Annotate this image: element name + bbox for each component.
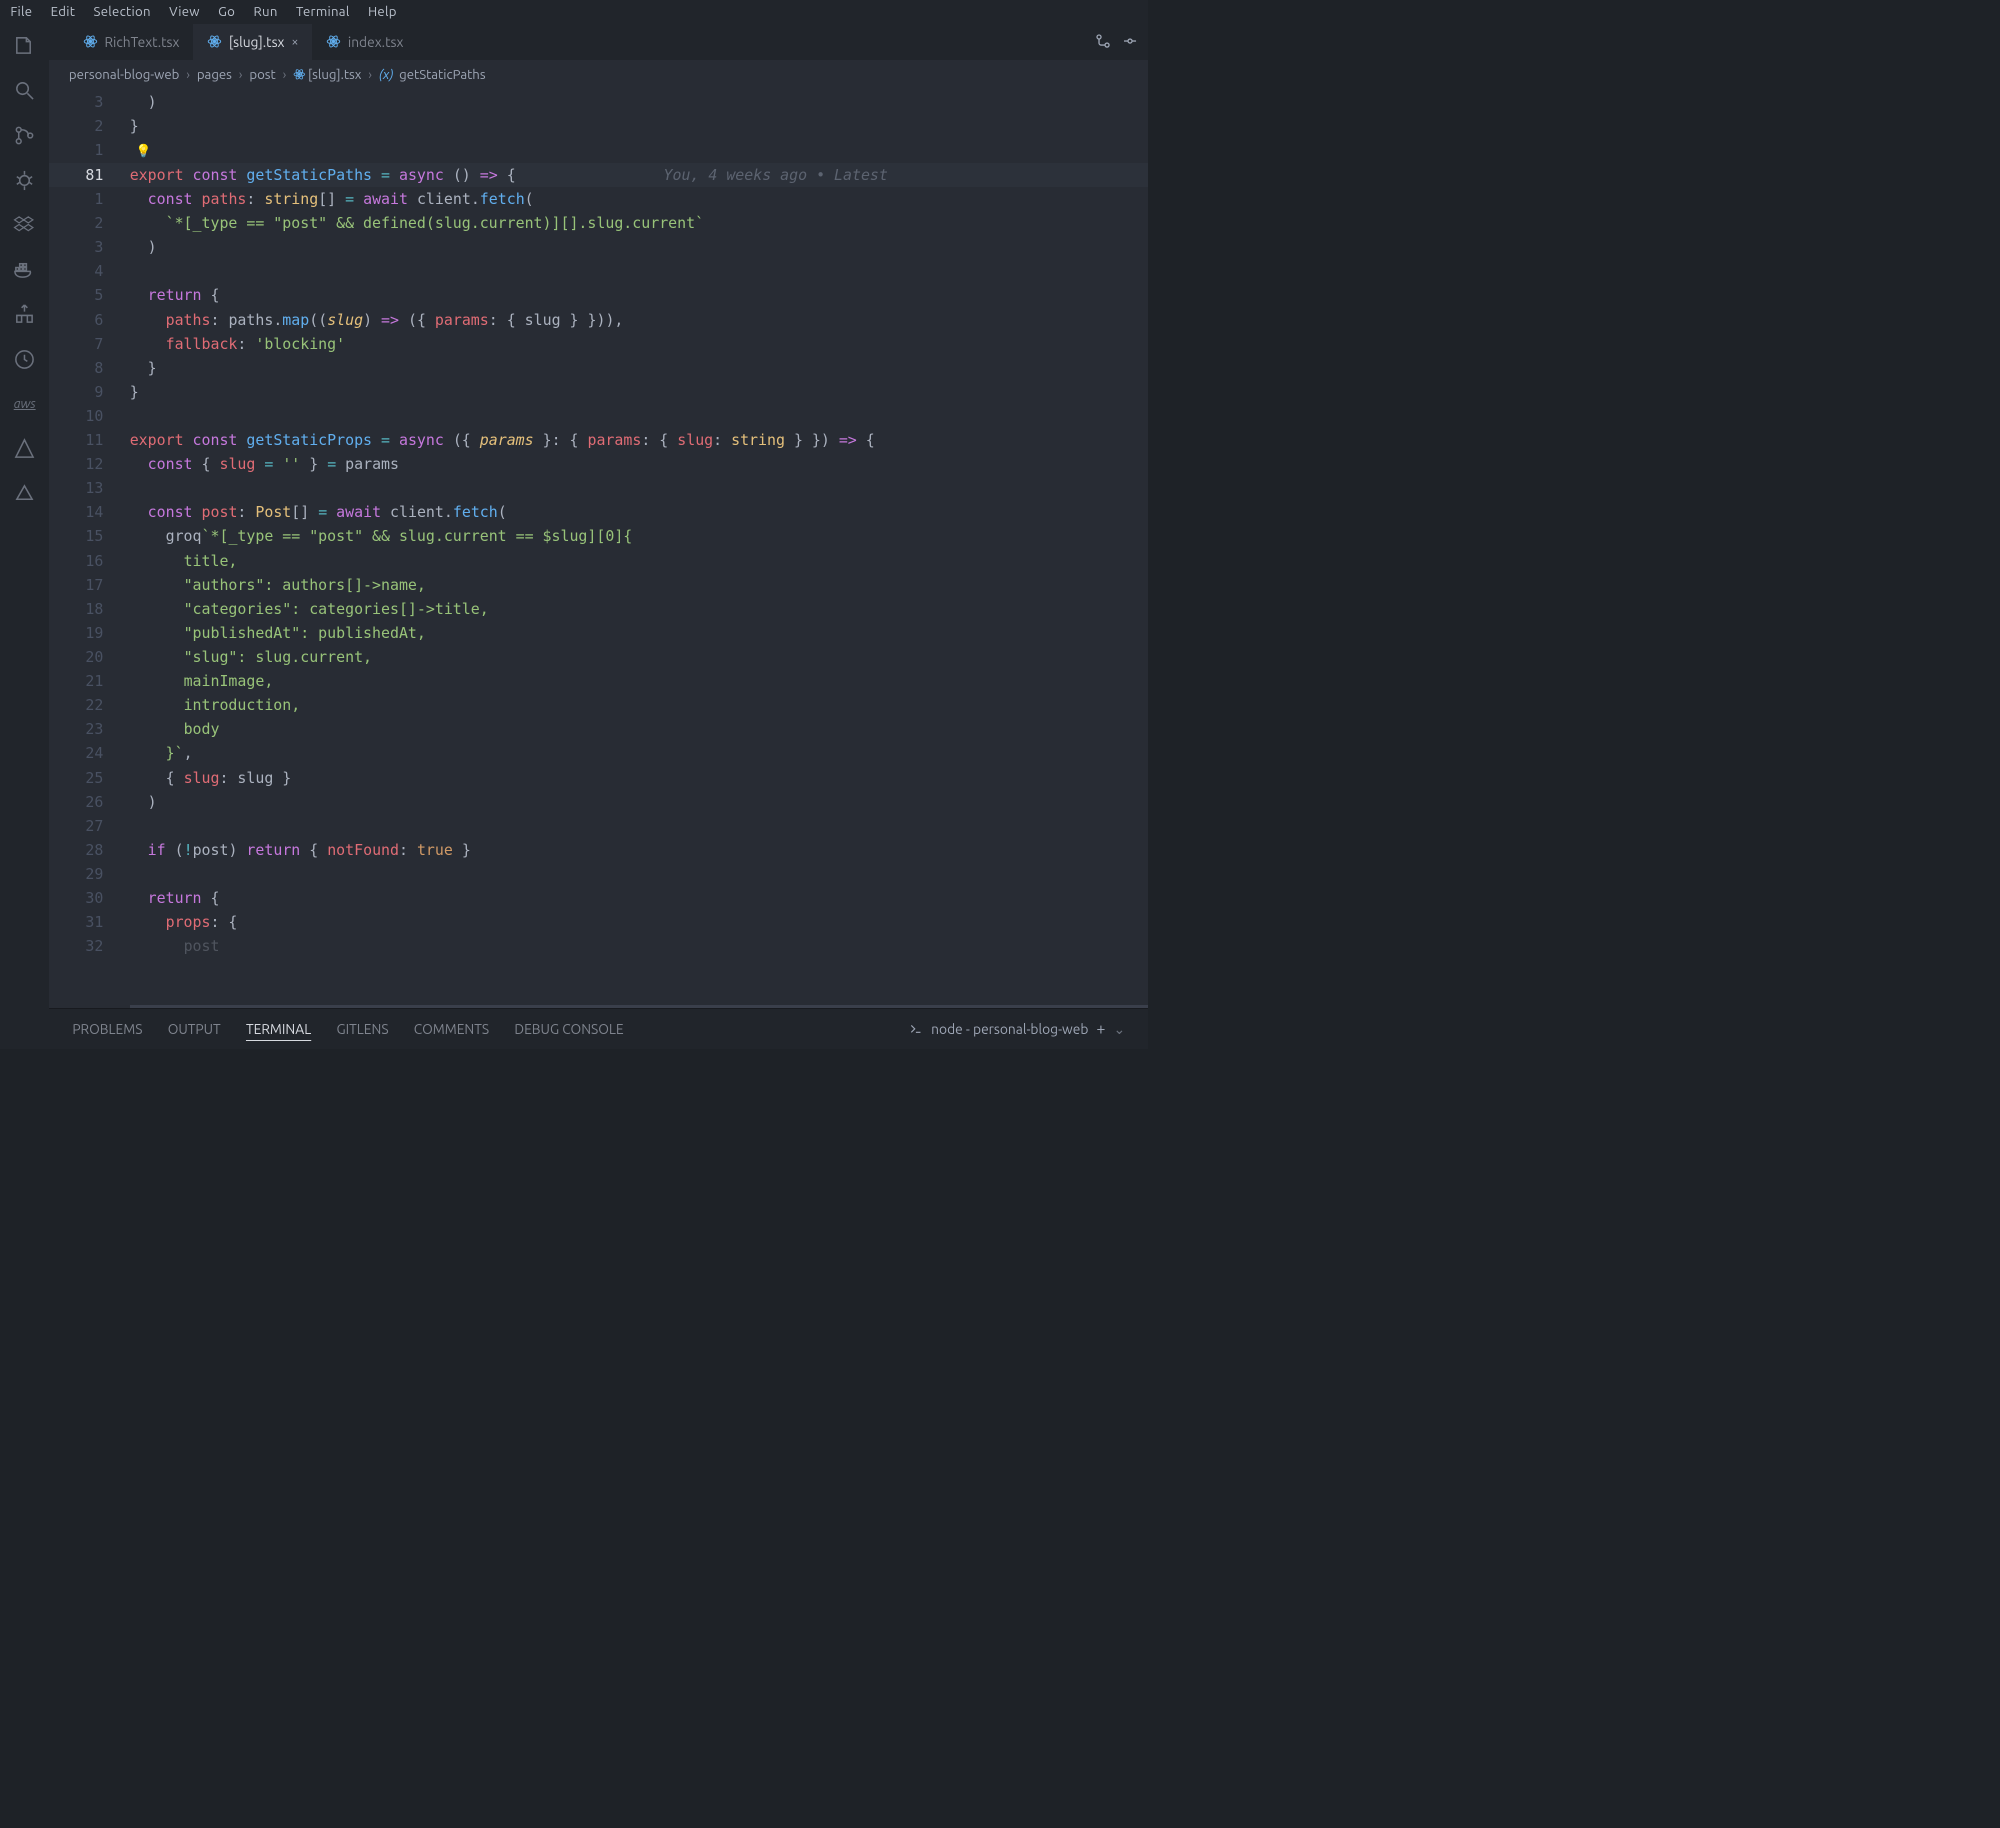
panel-tab-debug-console[interactable]: DEBUG CONSOLE — [514, 1021, 623, 1037]
aws-icon[interactable]: aws — [12, 391, 37, 416]
code-line[interactable]: 28 if (!post) return { notFound: true } — [49, 838, 1148, 862]
code-line[interactable]: 1💡 — [49, 138, 1148, 163]
scrollbar-horizontal[interactable] — [130, 1005, 1148, 1008]
breadcrumb-file[interactable]: [slug].tsx — [308, 68, 361, 82]
docker-icon[interactable] — [12, 257, 37, 282]
react-icon — [207, 34, 222, 49]
menu-selection[interactable]: Selection — [87, 4, 158, 20]
menubar: File Edit SelectionView Go RunTerminal Help — [0, 0, 1148, 24]
live-icon[interactable] — [12, 347, 37, 372]
lightbulb-icon[interactable]: 💡 — [135, 143, 151, 158]
code-line[interactable]: 2} — [49, 114, 1148, 138]
code-line[interactable]: 29 — [49, 862, 1148, 886]
terminal-name[interactable]: node - personal-blog-web — [931, 1021, 1088, 1037]
code-line[interactable]: 32 post — [49, 934, 1148, 958]
code-line[interactable]: 9} — [49, 380, 1148, 404]
tab-label: [slug].tsx — [229, 34, 285, 50]
react-icon — [326, 34, 341, 49]
symbol-icon: (x) — [379, 68, 394, 82]
breadcrumb-part[interactable]: pages — [197, 68, 232, 82]
code-line[interactable]: 10 — [49, 404, 1148, 428]
panel-tab-comments[interactable]: COMMENTS — [414, 1021, 489, 1037]
menu-view[interactable]: View — [162, 4, 206, 20]
add-terminal-icon[interactable]: + — [1096, 1020, 1105, 1038]
code-line[interactable]: 27 — [49, 814, 1148, 838]
code-line[interactable]: 7 fallback: 'blocking' — [49, 332, 1148, 356]
code-line[interactable]: 11export const getStaticProps = async ({… — [49, 428, 1148, 452]
activity-bar: aws — [0, 24, 49, 1049]
menu-help[interactable]: Help — [361, 4, 404, 20]
breadcrumb-part[interactable]: post — [249, 68, 275, 82]
code-line[interactable]: 23 body — [49, 717, 1148, 741]
code-line[interactable]: 4 — [49, 259, 1148, 283]
deploy-icon[interactable] — [12, 481, 37, 506]
menu-run[interactable]: Run — [247, 4, 285, 20]
menu-file[interactable]: File — [3, 4, 39, 20]
git-commit-icon[interactable] — [1122, 33, 1138, 51]
react-icon — [293, 68, 306, 81]
tab-indextsx[interactable]: index.tsx — [312, 24, 417, 60]
menu-edit[interactable]: Edit — [44, 4, 82, 20]
code-line[interactable]: 3 ) — [49, 90, 1148, 114]
panel-tab-terminal[interactable]: TERMINAL — [246, 1021, 311, 1037]
search-icon[interactable] — [12, 78, 37, 103]
code-line[interactable]: 6 paths: paths.map((slug) => ({ params: … — [49, 308, 1148, 332]
panel-tab-output[interactable]: OUTPUT — [168, 1021, 221, 1037]
panel-tab-gitlens[interactable]: GITLENS — [336, 1021, 388, 1037]
code-line[interactable]: 24 }`, — [49, 741, 1148, 765]
close-icon[interactable]: × — [291, 35, 298, 49]
code-line[interactable]: 3 ) — [49, 235, 1148, 259]
editor-tabs: RichText.tsx [slug].tsx × index.tsx — [49, 24, 1148, 60]
files-icon[interactable] — [12, 33, 37, 58]
code-line[interactable]: 17 "authors": authors[]->name, — [49, 573, 1148, 597]
code-line[interactable]: 30 return { — [49, 886, 1148, 910]
extensions-icon[interactable] — [12, 302, 37, 327]
tab-slugtsx[interactable]: [slug].tsx × — [193, 24, 312, 60]
menu-terminal[interactable]: Terminal — [289, 4, 356, 20]
gitlens-annotation: You, 4 weeks ago • Latest — [664, 163, 888, 187]
code-line[interactable]: 18 "categories": categories[]->title, — [49, 597, 1148, 621]
code-line[interactable]: 31 props: { — [49, 910, 1148, 934]
code-line[interactable]: 14 const post: Post[] = await client.fet… — [49, 500, 1148, 524]
code-line[interactable]: 26 ) — [49, 790, 1148, 814]
code-line[interactable]: 2 `*[_type == "post" && defined(slug.cur… — [49, 211, 1148, 235]
azure-icon[interactable] — [12, 436, 37, 461]
code-line[interactable]: 20 "slug": slug.current, — [49, 645, 1148, 669]
code-line[interactable]: 13 — [49, 476, 1148, 500]
code-line[interactable]: 21 mainImage, — [49, 669, 1148, 693]
code-line[interactable]: 8 } — [49, 356, 1148, 380]
git-icon[interactable] — [12, 123, 37, 148]
terminal-icon — [909, 1022, 923, 1036]
react-icon — [83, 34, 98, 49]
debug-icon[interactable] — [12, 168, 37, 193]
tab-actions — [1095, 33, 1148, 51]
code-line[interactable]: 16 title, — [49, 549, 1148, 573]
code-line[interactable]: 12 const { slug = '' } = params — [49, 452, 1148, 476]
panel-tab-problems[interactable]: PROBLEMS — [72, 1021, 142, 1037]
tab-RichTexttsx[interactable]: RichText.tsx — [69, 24, 193, 60]
code-line[interactable]: 1 const paths: string[] = await client.f… — [49, 187, 1148, 211]
tab-label: index.tsx — [348, 34, 404, 50]
editor[interactable]: 3 )2}1💡81export const getStaticPaths = a… — [49, 90, 1148, 1008]
code-line[interactable]: 22 introduction, — [49, 693, 1148, 717]
code-line[interactable]: 5 return { — [49, 283, 1148, 307]
git-compare-icon[interactable] — [1095, 33, 1111, 51]
dropbox-icon[interactable] — [12, 212, 37, 237]
menu-go[interactable]: Go — [211, 4, 242, 20]
code-line[interactable]: 19 "publishedAt": publishedAt, — [49, 621, 1148, 645]
breadcrumbs[interactable]: personal-blog-web›pages›post› [slug].tsx… — [49, 60, 1148, 90]
code-line[interactable]: 25 { slug: slug } — [49, 766, 1148, 790]
breadcrumb-part[interactable]: personal-blog-web — [69, 68, 180, 82]
code-line[interactable]: 15 groq`*[_type == "post" && slug.curren… — [49, 524, 1148, 548]
bottom-panel: PROBLEMS OUTPUT TERMINAL GITLENS COMMENTS DEB… — [49, 1008, 1148, 1049]
code-line[interactable]: 81export const getStaticPaths = async ()… — [49, 163, 1148, 187]
breadcrumb-symbol[interactable]: getStaticPaths — [399, 68, 485, 82]
tab-label: RichText.tsx — [104, 34, 179, 50]
